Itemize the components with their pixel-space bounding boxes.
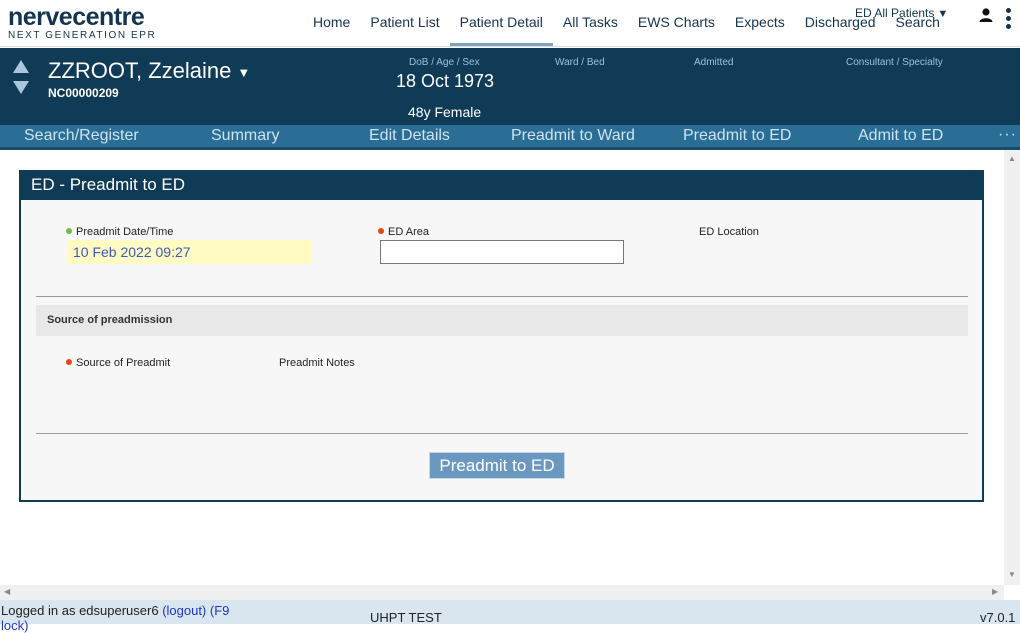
environment-name: UHPT TEST	[370, 610, 442, 625]
vertical-scrollbar[interactable]: ▲ ▼	[1004, 150, 1020, 585]
tab-preadmit-to-ed[interactable]: Preadmit to ED	[683, 125, 791, 146]
tab-preadmit-to-ward[interactable]: Preadmit to Ward	[511, 125, 635, 146]
patient-name: ZZROOT, Zzelaine	[48, 58, 232, 83]
section-divider	[36, 296, 968, 297]
nav-patient-list[interactable]: Patient List	[360, 0, 449, 46]
previous-patient-icon[interactable]	[13, 60, 29, 73]
dob-value: 18 Oct 1973	[396, 71, 495, 91]
nav-all-tasks[interactable]: All Tasks	[553, 0, 628, 46]
scroll-left-icon[interactable]: ◀	[4, 587, 10, 596]
required-indicator-icon	[378, 228, 384, 234]
preadmit-notes-label: Preadmit Notes	[279, 357, 355, 369]
tab-edit-details[interactable]: Edit Details	[369, 125, 450, 146]
top-navigation-bar: nervecentre NEXT GENERATION EPR Home Pat…	[0, 0, 1020, 47]
lock-link-continued[interactable]: lock)	[1, 618, 28, 633]
source-of-preadmit-label: Source of Preadmit	[66, 357, 170, 369]
preadmit-to-ed-button[interactable]: Preadmit to ED	[429, 452, 565, 479]
app-tagline: NEXT GENERATION EPR	[8, 30, 157, 41]
ed-area-label-text: ED Area	[388, 226, 429, 238]
nav-expects[interactable]: Expects	[725, 0, 795, 46]
ward-selector[interactable]: ED All Patients ▼	[855, 6, 948, 20]
preadmit-form-panel: ED - Preadmit to ED Preadmit Date/Time 1…	[19, 170, 984, 502]
more-tabs-icon[interactable]: ···	[998, 125, 1017, 144]
nav-ews-charts[interactable]: EWS Charts	[628, 0, 725, 46]
ed-area-input[interactable]	[380, 240, 624, 264]
scroll-up-icon[interactable]: ▲	[1008, 154, 1016, 163]
chevron-down-icon: ▼	[237, 64, 251, 80]
scroll-right-icon[interactable]: ▶	[992, 587, 998, 596]
main-nav: Home Patient List Patient Detail All Tas…	[303, 0, 950, 46]
nav-patient-detail[interactable]: Patient Detail	[449, 0, 553, 46]
status-footer: Logged in as edsuperuser6 (logout) (F9 l…	[0, 600, 1020, 633]
preadmit-datetime-label-text: Preadmit Date/Time	[76, 226, 174, 238]
preadmit-datetime-field[interactable]: 10 Feb 2022 09:27	[68, 240, 312, 264]
consultant-label: Consultant / Specialty	[846, 57, 943, 68]
logout-link[interactable]: (logout)	[162, 603, 206, 618]
tab-search-register[interactable]: Search/Register	[24, 125, 139, 146]
action-tabs: Search/Register Summary Edit Details Pre…	[0, 125, 1020, 147]
tab-admit-to-ed[interactable]: Admit to ED	[858, 125, 943, 146]
app-brand: nervecentre	[8, 3, 145, 31]
next-patient-icon[interactable]	[13, 81, 29, 94]
patient-navigation	[13, 60, 31, 102]
horizontal-scrollbar[interactable]: ◀ ▶	[0, 585, 1004, 600]
login-status: Logged in as edsuperuser6 (logout) (F9	[1, 603, 229, 618]
tab-summary[interactable]: Summary	[211, 125, 279, 146]
ward-selector-label: ED All Patients	[855, 6, 935, 20]
app-version: v7.0.1	[980, 610, 1016, 625]
required-indicator-icon	[66, 359, 72, 365]
form-title: ED - Preadmit to ED	[21, 172, 982, 200]
user-icon[interactable]	[978, 7, 994, 23]
logged-in-text: Logged in as edsuperuser6	[1, 603, 159, 618]
complete-indicator-icon	[66, 228, 72, 234]
nav-home[interactable]: Home	[303, 0, 360, 46]
scroll-down-icon[interactable]: ▼	[1008, 570, 1016, 579]
dob-label: DoB / Age / Sex	[409, 57, 480, 68]
ed-location-label: ED Location	[699, 226, 759, 238]
patient-banner: ZZROOT, Zzelaine ▼ NC00000209 DoB / Age /…	[0, 48, 1020, 125]
app-logo[interactable]: nervecentre NEXT GENERATION EPR	[8, 4, 156, 42]
lock-link[interactable]: (F9	[210, 603, 230, 618]
preadmit-datetime-label: Preadmit Date/Time	[66, 226, 173, 238]
section-source-of-preadmission: Source of preadmission	[36, 305, 968, 336]
more-menu-icon[interactable]	[1006, 8, 1012, 34]
ed-area-label: ED Area	[378, 226, 429, 238]
source-of-preadmit-label-text: Source of Preadmit	[76, 357, 171, 369]
section-divider	[36, 433, 968, 434]
chevron-down-icon: ▼	[937, 8, 949, 20]
age-sex-value: 48y Female	[408, 104, 482, 120]
patient-number: NC00000209	[48, 86, 119, 100]
ward-bed-label: Ward / Bed	[555, 57, 605, 68]
patient-name-dropdown[interactable]: ZZROOT, Zzelaine ▼	[48, 58, 250, 84]
admitted-label: Admitted	[694, 57, 734, 68]
subnav-divider	[0, 147, 1020, 150]
